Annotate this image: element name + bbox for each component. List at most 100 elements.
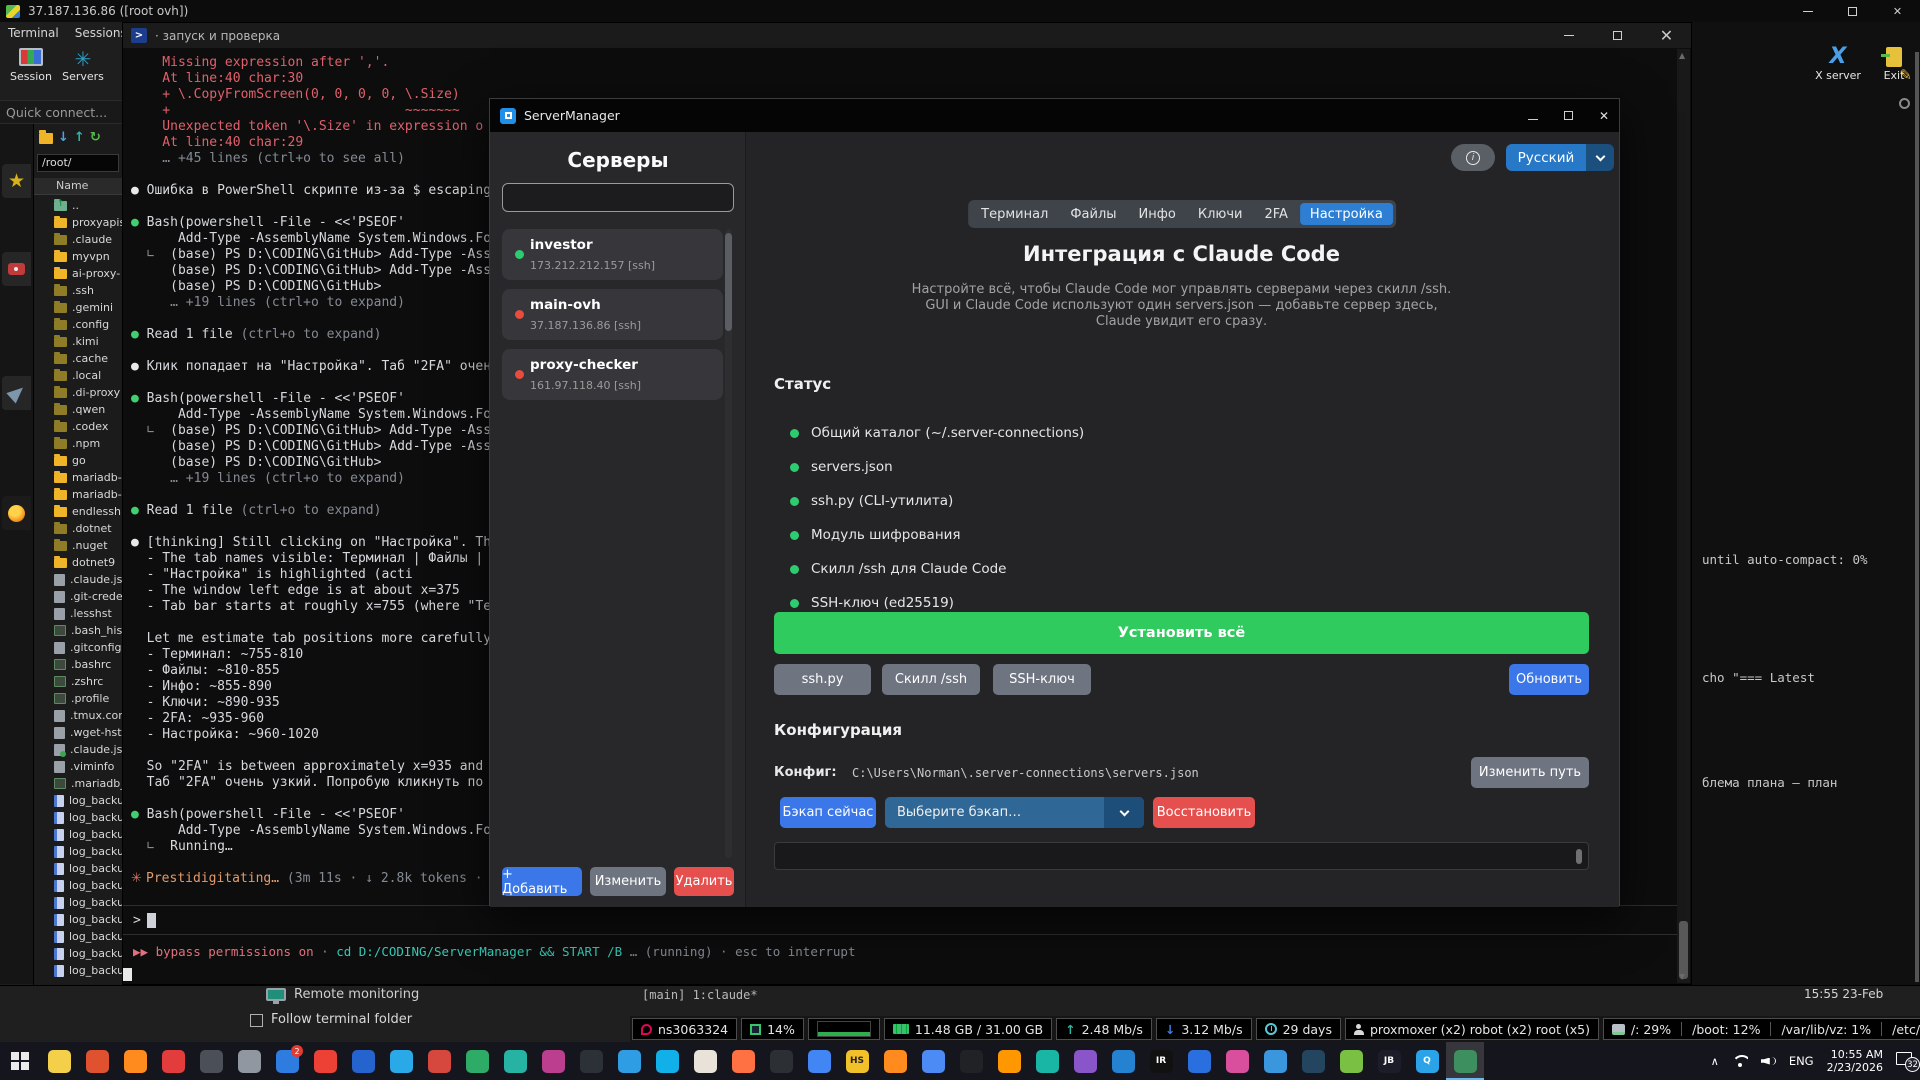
taskbar-app-icon[interactable] xyxy=(990,1042,1028,1080)
quick-install-button[interactable]: SSH-ключ xyxy=(993,664,1091,695)
file-row[interactable]: dotnet9 xyxy=(34,554,122,571)
keyboard-language[interactable]: ENG xyxy=(1789,1054,1814,1068)
taskbar-app-icon[interactable] xyxy=(572,1042,610,1080)
taskbar-clock[interactable]: 10:55 AM 2/23/2026 xyxy=(1827,1048,1883,1074)
close-icon[interactable]: ✕ xyxy=(1642,23,1691,48)
taskbar-app-icon[interactable] xyxy=(1180,1042,1218,1080)
close-icon[interactable]: ✕ xyxy=(1875,0,1920,22)
minimize-icon[interactable] xyxy=(1528,109,1538,123)
notification-icon[interactable]: 32 xyxy=(1896,1052,1916,1070)
file-row[interactable]: .viminfo xyxy=(34,758,122,775)
taskbar-app-icon[interactable] xyxy=(306,1042,344,1080)
file-row[interactable]: log_backu xyxy=(34,792,122,809)
file-row[interactable]: .bash_his xyxy=(34,622,122,639)
servermanager-titlebar[interactable]: ServerManager ✕ xyxy=(490,99,1619,132)
file-row[interactable]: .tmux.cor xyxy=(34,707,122,724)
file-row[interactable]: .claude.js xyxy=(34,741,122,758)
terminal-scrollbar[interactable]: ▲ ▼ xyxy=(1677,49,1690,983)
file-row[interactable]: log_backu xyxy=(34,928,122,945)
file-row[interactable]: mariadb-i xyxy=(34,469,122,486)
file-row[interactable]: .qwen xyxy=(34,401,122,418)
file-row[interactable]: .. xyxy=(34,197,122,214)
taskbar-app-icon[interactable] xyxy=(40,1042,78,1080)
taskbar-app-icon[interactable] xyxy=(914,1042,952,1080)
taskbar-app-icon[interactable] xyxy=(1256,1042,1294,1080)
claude-prompt-input[interactable]: > xyxy=(123,905,1677,935)
taskbar-app-icon[interactable] xyxy=(1332,1042,1370,1080)
install-all-button[interactable]: Установить всё xyxy=(774,612,1589,654)
tray-expand-icon[interactable]: ∧ xyxy=(1711,1055,1719,1068)
file-row[interactable]: log_backu xyxy=(34,911,122,928)
scrollbar-thumb[interactable] xyxy=(1576,849,1582,864)
file-row[interactable]: .claude.js xyxy=(34,571,122,588)
scroll-down-icon[interactable]: ▼ xyxy=(1679,972,1685,981)
backup-now-button[interactable]: Бэкап сейчас xyxy=(780,797,876,828)
follow-terminal-checkbox[interactable] xyxy=(250,1014,263,1027)
file-row[interactable]: .git-crede xyxy=(34,588,122,605)
taskbar-app-icon[interactable] xyxy=(648,1042,686,1080)
file-row[interactable]: .codex xyxy=(34,418,122,435)
backup-select[interactable]: Выберите бэкап… xyxy=(885,797,1144,828)
file-row[interactable]: .ssh xyxy=(34,282,122,299)
minimize-icon[interactable] xyxy=(1785,0,1830,22)
file-row[interactable]: .gemini xyxy=(34,299,122,316)
file-row[interactable]: log_backu xyxy=(34,945,122,962)
maximize-icon[interactable] xyxy=(1564,109,1573,123)
mobaxterm-titlebar[interactable]: 37.187.136.86 ([root ovh]) ✕ xyxy=(0,0,1920,22)
taskbar-app-icon[interactable] xyxy=(1294,1042,1332,1080)
servers-button[interactable]: ✳ Servers xyxy=(54,48,112,83)
change-path-button[interactable]: Изменить путь xyxy=(1471,757,1589,788)
file-row[interactable]: .local xyxy=(34,367,122,384)
refresh-icon[interactable]: ↻ xyxy=(90,131,101,145)
file-row[interactable]: .cache xyxy=(34,350,122,367)
add-server-button[interactable]: + Добавить xyxy=(502,867,582,896)
file-row[interactable]: log_backu xyxy=(34,877,122,894)
quick-install-button[interactable]: Скилл /ssh xyxy=(882,664,980,695)
maximize-icon[interactable] xyxy=(1593,23,1642,48)
wifi-icon[interactable] xyxy=(1732,1055,1748,1067)
exit-button[interactable]: Exit xyxy=(1872,45,1916,82)
file-row[interactable]: .di-proxy xyxy=(34,384,122,401)
taskbar-app-icon[interactable]: Q xyxy=(1408,1042,1446,1080)
file-row[interactable]: endlessh xyxy=(34,503,122,520)
menu-item-sessions[interactable]: Sessions xyxy=(75,26,127,40)
taskbar-app-icon[interactable]: JB xyxy=(1370,1042,1408,1080)
tools-tab[interactable] xyxy=(2,252,31,286)
file-row[interactable]: .lesshst xyxy=(34,605,122,622)
taskbar-app-icon[interactable] xyxy=(1446,1042,1484,1080)
file-row[interactable]: log_backu xyxy=(34,894,122,911)
xserver-button[interactable]: X X server xyxy=(1812,45,1864,82)
file-row[interactable]: log_backu xyxy=(34,962,122,979)
taskbar-app-icon[interactable] xyxy=(1066,1042,1104,1080)
taskbar-app-icon[interactable] xyxy=(686,1042,724,1080)
close-icon[interactable]: ✕ xyxy=(1599,109,1609,123)
file-row[interactable]: .claude xyxy=(34,231,122,248)
taskbar-app-icon[interactable] xyxy=(116,1042,154,1080)
taskbar-app-icon[interactable] xyxy=(230,1042,268,1080)
edge-scrollbar[interactable] xyxy=(1915,52,1919,982)
taskbar-app-icon[interactable] xyxy=(610,1042,648,1080)
taskbar-app-icon[interactable] xyxy=(382,1042,420,1080)
file-row[interactable]: .mariadb_ xyxy=(34,775,122,792)
download-icon[interactable]: ↓ xyxy=(58,131,69,145)
taskbar-app-icon[interactable] xyxy=(952,1042,990,1080)
taskbar-app-icon[interactable] xyxy=(1218,1042,1256,1080)
taskbar-app-icon[interactable] xyxy=(154,1042,192,1080)
taskbar-app-icon[interactable] xyxy=(1028,1042,1066,1080)
taskbar-app-icon[interactable] xyxy=(876,1042,914,1080)
server-card[interactable]: main-ovh37.187.136.86 [ssh] xyxy=(502,289,723,340)
file-row[interactable]: .zshrc xyxy=(34,673,122,690)
file-row[interactable]: .wget-hst xyxy=(34,724,122,741)
file-row[interactable]: .config xyxy=(34,316,122,333)
file-row[interactable]: log_backu xyxy=(34,843,122,860)
file-row[interactable]: .dotnet xyxy=(34,520,122,537)
minimize-icon[interactable] xyxy=(1544,23,1593,48)
file-row[interactable]: mariadb-c xyxy=(34,486,122,503)
file-row[interactable]: log_backu xyxy=(34,809,122,826)
server-card[interactable]: investor173.212.212.157 [ssh] xyxy=(502,229,723,280)
remote-monitoring-label[interactable]: Remote monitoring xyxy=(294,987,419,1002)
taskbar-app-icon[interactable] xyxy=(724,1042,762,1080)
ring-icon[interactable] xyxy=(1899,98,1910,109)
file-row[interactable]: .profile xyxy=(34,690,122,707)
taskbar-app-icon[interactable] xyxy=(344,1042,382,1080)
